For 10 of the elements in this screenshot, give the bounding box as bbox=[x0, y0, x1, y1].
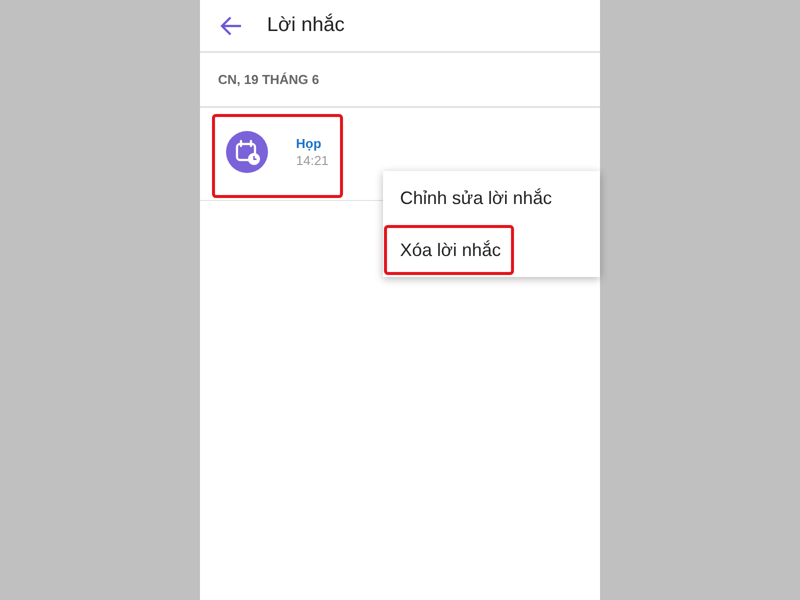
date-header: CN, 19 THÁNG 6 bbox=[218, 70, 320, 89]
back-button[interactable] bbox=[220, 16, 242, 36]
reminder-title: Họp bbox=[296, 135, 322, 152]
menu-item[interactable]: Chỉnh sửa lời nhắc bbox=[384, 173, 565, 223]
menu-item[interactable]: Xóa lời nhắc bbox=[384, 225, 514, 275]
reminder-time: 14:21 bbox=[296, 152, 329, 169]
back-arrow-icon bbox=[220, 16, 242, 36]
calendar-clock-icon bbox=[226, 131, 268, 173]
reminder-item[interactable]: Họp 14:21 bbox=[212, 114, 343, 198]
screen-title: Lời nhắc bbox=[267, 14, 345, 34]
